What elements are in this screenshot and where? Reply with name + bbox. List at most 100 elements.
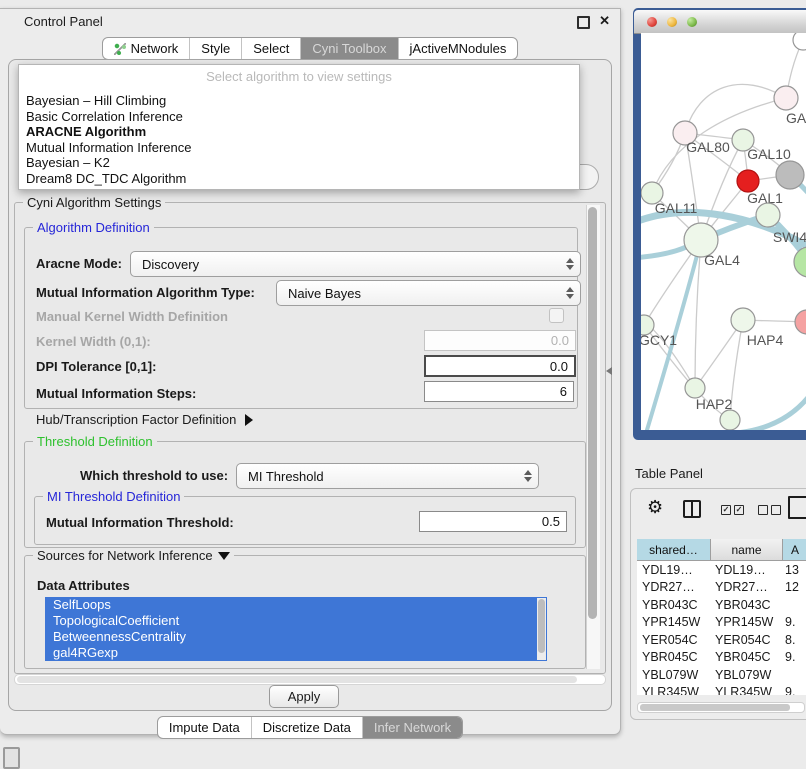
table-cell[interactable]: 12 <box>782 580 806 594</box>
checked-box-icon[interactable] <box>734 505 744 515</box>
network-node[interactable] <box>776 161 804 189</box>
settings-horizontal-scroll-thumb[interactable] <box>17 676 577 683</box>
which-threshold-combo[interactable]: MI Threshold <box>236 463 539 489</box>
table-cell[interactable]: YER054C <box>637 633 710 647</box>
menu-item-bayesian-hill-climbing[interactable]: Bayesian – Hill Climbing <box>19 93 579 109</box>
float-window-icon[interactable] <box>577 16 590 29</box>
bottom-tab-discretize-data[interactable]: Discretize Data <box>251 717 362 738</box>
network-graph[interactable]: GALGAL80GAL10GAL1GAL11SWI4GAL4GCY1HAP4YH… <box>641 33 806 430</box>
menu-item-bayesian-k2[interactable]: Bayesian – K2 <box>19 155 579 171</box>
attribute-item-gal4rgexp[interactable]: gal4RGexp <box>45 645 547 661</box>
minimized-panel-icon[interactable] <box>3 747 20 769</box>
menu-item-aracne-algorithm[interactable]: ARACNE Algorithm <box>19 124 579 140</box>
table-cell[interactable]: YDR27… <box>710 580 782 594</box>
aracne-mode-combo[interactable]: Discovery <box>130 251 581 277</box>
network-node[interactable] <box>793 33 806 50</box>
table-cell[interactable]: YPR145W <box>710 615 782 629</box>
tab-cyni-toolbox[interactable]: Cyni Toolbox <box>300 38 397 59</box>
table-row[interactable]: YBR043CYBR043C <box>637 596 806 614</box>
table-cell[interactable]: YBR045C <box>637 650 710 664</box>
data-attributes-list[interactable]: SelfLoopsTopologicalCoefficientBetweenne… <box>45 597 547 661</box>
table-horizontal-scrollbar[interactable] <box>637 702 805 713</box>
table-cell[interactable]: YBR043C <box>637 598 710 612</box>
table-cell[interactable]: 13 <box>782 563 806 577</box>
hub-definition-toggle[interactable]: Hub/Transcription Factor Definition <box>36 412 253 427</box>
table-cell[interactable]: 9. <box>782 650 806 664</box>
network-canvas[interactable]: GALGAL80GAL10GAL1GAL11SWI4GAL4GCY1HAP4YH… <box>641 33 806 430</box>
table-row[interactable]: YLR345WYLR345W9. <box>637 684 806 696</box>
table-row[interactable]: YBL079WYBL079W <box>637 666 806 684</box>
kernel-width-field[interactable]: 0.0 <box>424 330 576 351</box>
column-header-name[interactable]: name <box>711 539 783 561</box>
table-row[interactable]: YER054CYER054C8. <box>637 631 806 649</box>
table-cell[interactable]: YDL19… <box>637 563 710 577</box>
table-row[interactable]: YPR145WYPR145W9. <box>637 614 806 632</box>
table-cell[interactable]: YLR345W <box>637 685 710 695</box>
menu-item-basic-correlation-inference[interactable]: Basic Correlation Inference <box>19 109 579 125</box>
table-cell[interactable]: YBL079W <box>710 668 782 682</box>
sources-group-title[interactable]: Sources for Network Inference <box>33 548 234 563</box>
unchecked-box-icon[interactable] <box>758 505 768 515</box>
tab-jactivemnodules[interactable]: jActiveMNodules <box>398 38 518 59</box>
apply-button[interactable]: Apply <box>269 685 339 708</box>
network-node-y[interactable] <box>795 310 806 334</box>
gear-icon[interactable] <box>647 497 663 518</box>
dpi-tolerance-field[interactable]: 0.0 <box>424 355 576 377</box>
checked-box-icon[interactable] <box>721 505 731 515</box>
table-cell[interactable]: YBR043C <box>710 598 782 612</box>
table-cell[interactable]: YER054C <box>710 633 782 647</box>
table-row[interactable]: YDR27…YDR27…12 <box>637 579 806 597</box>
tab-network[interactable]: Network <box>103 38 190 59</box>
which-threshold-value: MI Threshold <box>248 469 324 484</box>
network-node-hap4[interactable] <box>731 308 755 332</box>
network-node-gal[interactable] <box>774 86 798 110</box>
columns-icon[interactable] <box>683 500 701 518</box>
manual-kernel-checkbox[interactable] <box>549 308 564 323</box>
table-horizontal-scroll-thumb[interactable] <box>640 704 790 711</box>
mi-threshold-field[interactable]: 0.5 <box>419 511 567 532</box>
table-cell[interactable]: 9. <box>782 685 806 695</box>
column-header-label: name <box>731 543 761 557</box>
table-cell[interactable]: YDL19… <box>710 563 782 577</box>
column-header-third[interactable]: A <box>783 539 806 561</box>
table-row[interactable]: YDL19…YDL19…13 <box>637 561 806 579</box>
table-cell[interactable]: 8. <box>782 633 806 647</box>
table-cell[interactable]: 9. <box>782 615 806 629</box>
attribute-item-selfloops[interactable]: SelfLoops <box>45 597 547 613</box>
splitter-arrow-icon[interactable] <box>606 367 612 375</box>
mi-type-combo[interactable]: Naive Bayes <box>276 280 581 306</box>
attribute-item-topologicalcoefficient[interactable]: TopologicalCoefficient <box>45 613 547 629</box>
mi-steps-field[interactable]: 6 <box>424 381 574 402</box>
network-window-titlebar[interactable] <box>634 10 806 34</box>
bottom-tab-infer-network[interactable]: Infer Network <box>362 717 462 738</box>
node-label-hap2: HAP2 <box>696 396 733 412</box>
bottom-tab-impute-data[interactable]: Impute Data <box>158 717 251 738</box>
tab-style[interactable]: Style <box>189 38 241 59</box>
table-cell[interactable]: YDR27… <box>637 580 710 594</box>
table-cell[interactable]: YBR045C <box>710 650 782 664</box>
network-node-swi4[interactable] <box>756 203 780 227</box>
attributes-scrollbar[interactable] <box>537 598 546 660</box>
menu-item-dream8-dc-tdc-algorithm[interactable]: Dream8 DC_TDC Algorithm <box>19 171 579 187</box>
window-minimize-icon[interactable] <box>667 17 677 27</box>
attributes-scroll-thumb[interactable] <box>538 599 545 653</box>
attribute-item-betweennesscentrality[interactable]: BetweennessCentrality <box>45 629 547 645</box>
tab-select[interactable]: Select <box>241 38 300 59</box>
network-node[interactable] <box>794 247 806 277</box>
window-zoom-icon[interactable] <box>687 17 697 27</box>
settings-vertical-scroll-thumb[interactable] <box>588 207 597 619</box>
document-icon[interactable] <box>788 496 806 519</box>
unchecked-box-icon[interactable] <box>771 505 781 515</box>
network-node-hap2[interactable] <box>685 378 705 398</box>
table-cell[interactable]: YBL079W <box>637 668 710 682</box>
column-header-shared-name[interactable]: shared… <box>637 539 711 561</box>
close-icon[interactable] <box>599 13 610 29</box>
table-row[interactable]: YBR045CYBR045C9. <box>637 649 806 667</box>
menu-item-mutual-information-inference[interactable]: Mutual Information Inference <box>19 140 579 156</box>
network-node[interactable] <box>720 410 740 430</box>
network-node-gal1[interactable] <box>737 170 759 192</box>
table-cell[interactable]: YPR145W <box>637 615 710 629</box>
table-cell[interactable]: YLR345W <box>710 685 782 695</box>
window-close-icon[interactable] <box>647 17 657 27</box>
algorithm-definition-title: Algorithm Definition <box>33 220 154 235</box>
